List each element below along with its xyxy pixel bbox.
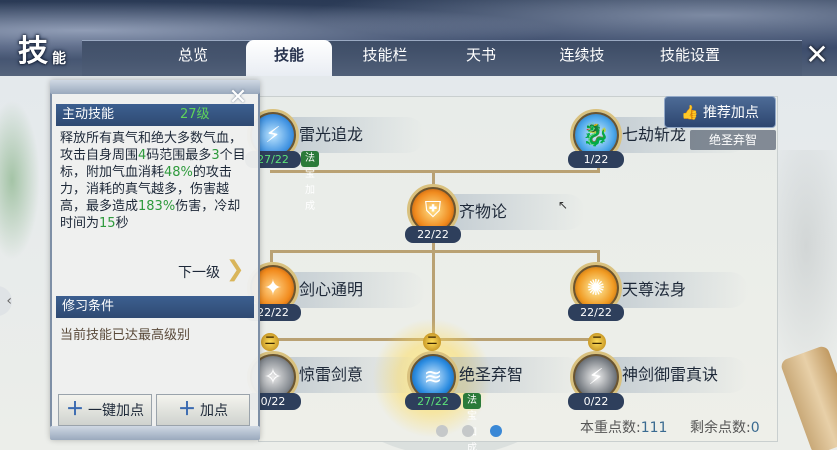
tree-connector [597, 250, 600, 262]
close-x-icon[interactable]: ✕ [802, 40, 832, 70]
logo-char: 技 [18, 34, 48, 69]
desc-value: 183% [138, 199, 176, 214]
tooltip-header: 主动技能 27级 [56, 104, 254, 126]
add-point-button[interactable]: ＋加点 [156, 394, 250, 426]
points-remaining: 剩余点数:0 [690, 417, 760, 437]
plus-icon: ＋ [178, 399, 196, 420]
skill-description: 释放所有真气和绝大多数气血，攻击自身周围4码范围最多3个目标，附加气血消耗48%… [60, 130, 252, 232]
next-level-label[interactable]: 下一级 [178, 262, 220, 282]
points-used-label: 本重点数: [580, 420, 641, 436]
skill-level: 22/22 [405, 226, 461, 243]
add-point-label: 加点 [200, 403, 228, 419]
one-click-add-button[interactable]: ＋一键加点 [58, 394, 152, 426]
skill-level: 1/22 [568, 151, 624, 168]
points-used-value: 111 [640, 420, 668, 436]
page-dot-1[interactable] [436, 425, 448, 437]
tier-coin-icon: 二 [261, 333, 279, 351]
recommend-label: 推荐加点 [702, 105, 759, 121]
tab-skills[interactable]: 技能 [246, 40, 332, 76]
tooltip-bottom-rail [50, 426, 260, 440]
requirement-text: 当前技能已达最高级别 [60, 328, 191, 343]
desc-value: 48% [164, 165, 193, 180]
skill-tooltip: ✕ 主动技能 27级 释放所有真气和绝大多数气血，攻击自身周围4码范围最多3个目… [50, 80, 260, 440]
skill-logo: 技 能 [18, 26, 74, 72]
desc-text: 秒 [115, 216, 129, 231]
points-remaining-value: 0 [750, 420, 760, 436]
plant-decoration [0, 100, 40, 260]
thumbs-up-icon: 👍 [681, 105, 699, 121]
desc-value: 3 [211, 148, 220, 163]
logo-char-small: 能 [52, 51, 66, 67]
points-used: 本重点数:111 [580, 417, 667, 437]
mouse-cursor-icon: ↖ [558, 198, 569, 212]
tree-connector [270, 250, 600, 253]
tab-skill-settings[interactable]: 技能设置 [634, 40, 746, 76]
tab-skill-bar[interactable]: 技能栏 [342, 40, 428, 76]
desc-text: 码范围最多 [146, 148, 212, 163]
treasure-bonus-badge: 法宝加成 [301, 151, 319, 212]
tier-coin-icon: 二 [423, 333, 441, 351]
skill-level: 22/22 [568, 304, 624, 321]
skill-type: 主动技能 [62, 107, 115, 122]
recommend-preset[interactable]: 绝圣弃智 [690, 130, 776, 150]
desc-value: 15 [99, 216, 116, 231]
tree-connector [270, 250, 273, 262]
treasure-bonus-badge: 法宝加成 [463, 393, 481, 450]
left-expand-icon[interactable]: ‹ [0, 286, 12, 316]
requirements-header: 修习条件 [56, 296, 254, 318]
page-dot-2[interactable] [462, 425, 474, 437]
points-remaining-label: 剩余点数: [690, 420, 751, 436]
tree-connector [270, 170, 600, 173]
page-dot-3[interactable] [490, 425, 502, 437]
tier-coin-icon: 二 [588, 333, 606, 351]
plus-icon: ＋ [66, 399, 84, 420]
skill-level: 0/22 [568, 393, 624, 410]
skill-level-text: 27级 [180, 107, 210, 122]
tab-heavenly-book[interactable]: 天书 [438, 40, 524, 76]
tab-combo[interactable]: 连续技 [534, 40, 630, 76]
tab-overview[interactable]: 总览 [150, 40, 236, 76]
next-level-arrow-icon[interactable]: ❯ [226, 257, 248, 283]
skill-level: 27/22 [405, 393, 461, 410]
recommend-points-button[interactable]: 👍 推荐加点 [664, 96, 776, 128]
one-click-add-label: 一键加点 [88, 403, 144, 419]
